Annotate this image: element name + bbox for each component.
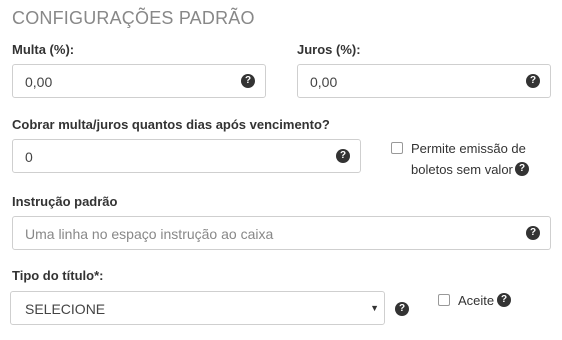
tipo-label: Tipo do título*: [12,268,104,283]
question-circle-icon[interactable]: ? [526,226,540,240]
multa-value: 0,00 [25,74,53,90]
juros-input[interactable]: 0,00 ? [297,64,551,98]
question-circle-icon[interactable]: ? [241,74,255,88]
tipo-select[interactable]: SELECIONE ▼ [10,291,385,325]
dias-label: Cobrar multa/juros quantos dias após ven… [12,117,330,132]
aceite-label: Aceite [458,293,495,308]
multa-label: Multa (%): [12,42,75,57]
dias-value: 0 [25,149,33,165]
question-circle-icon[interactable]: ? [515,162,529,176]
juros-value: 0,00 [310,74,338,90]
dias-input[interactable]: 0 ? [12,139,361,173]
permite-emissao-label-line1: Permite emissão de [411,141,526,156]
instrucao-placeholder: Uma linha no espaço instrução ao caixa [25,226,274,242]
section-title: CONFIGURAÇÕES PADRÃO [12,8,255,28]
chevron-down-icon: ▼ [370,303,379,313]
multa-input[interactable]: 0,00 ? [12,64,266,98]
permite-emissao-label-line2: boletos sem valor [411,162,513,177]
instrucao-label: Instrução padrão [12,194,118,209]
instrucao-input[interactable]: Uma linha no espaço instrução ao caixa ? [12,216,551,250]
aceite-checkbox[interactable] [438,294,450,306]
tipo-selected: SELECIONE [25,301,106,317]
question-circle-icon[interactable]: ? [395,302,409,316]
permite-emissao-checkbox[interactable] [391,142,403,154]
juros-label: Juros (%): [297,42,361,57]
question-circle-icon[interactable]: ? [497,293,511,307]
question-circle-icon[interactable]: ? [526,74,540,88]
question-circle-icon[interactable]: ? [336,149,350,163]
